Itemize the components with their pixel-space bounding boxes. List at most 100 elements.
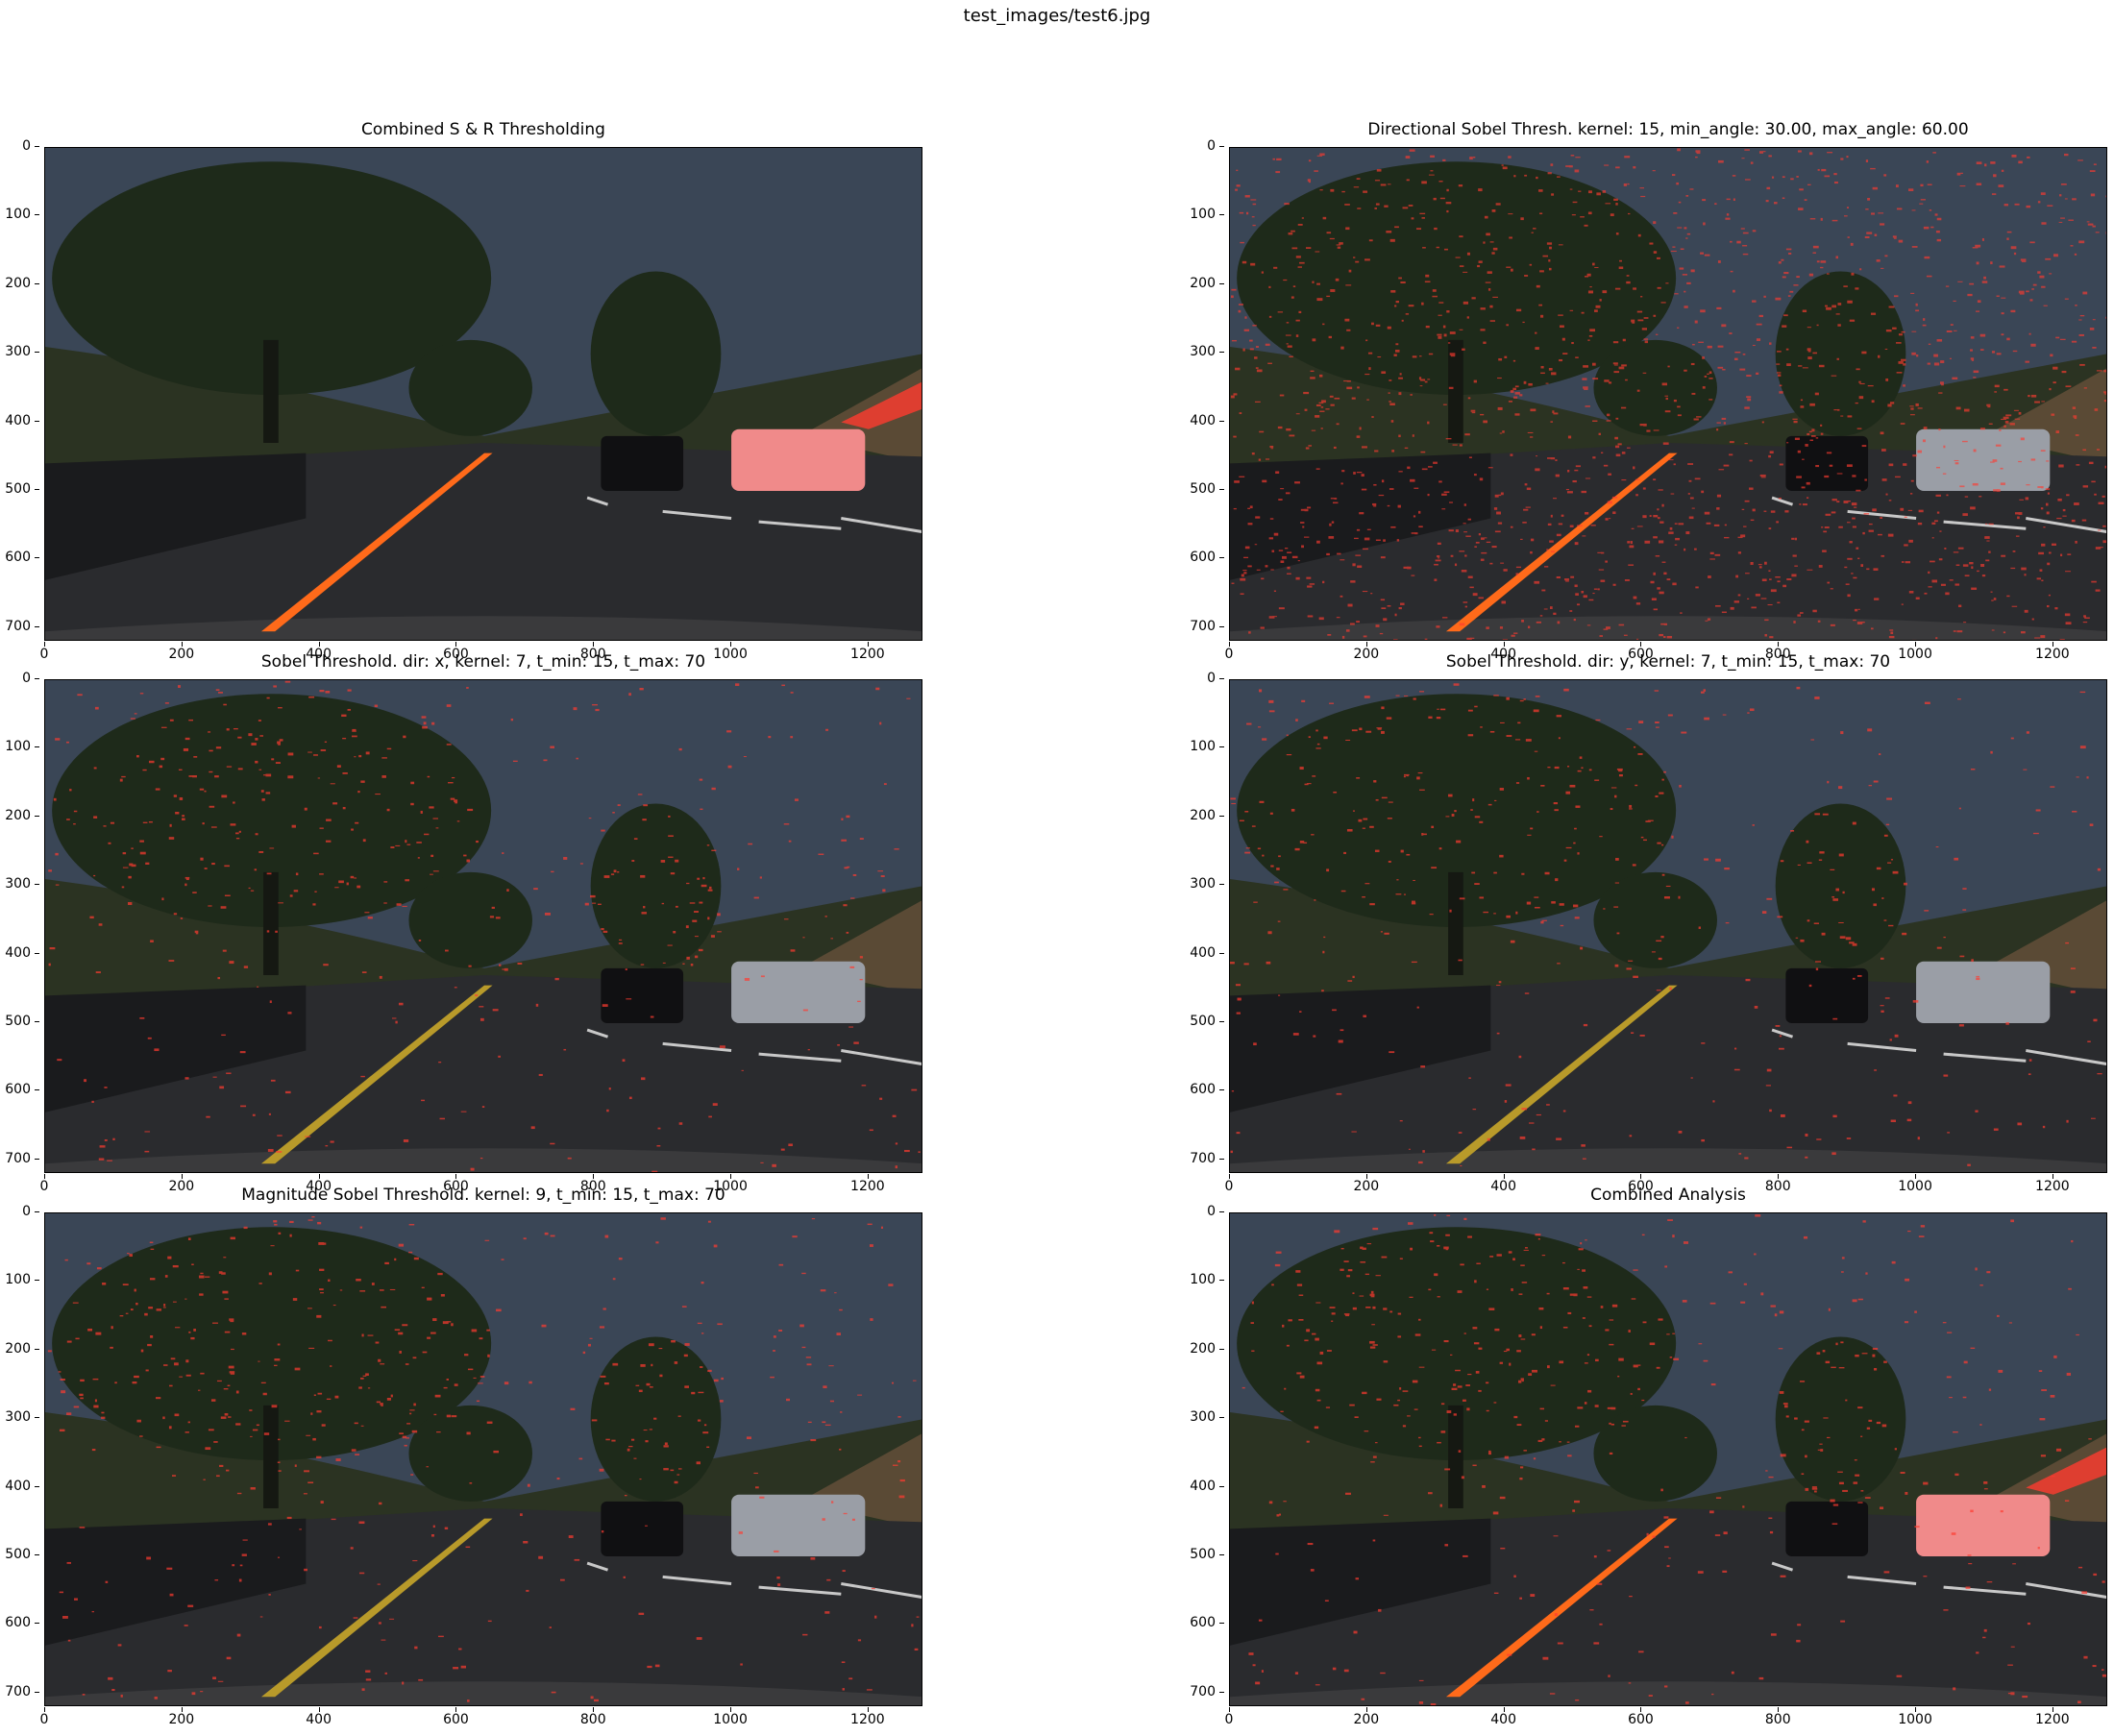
- image-axes: [44, 679, 922, 1173]
- y-tick-label: 0: [1177, 138, 1224, 154]
- white-car: [731, 961, 866, 1023]
- y-tick-label: 400: [1177, 413, 1224, 428]
- figure-title: test_images/test6.jpg: [963, 6, 1151, 26]
- overlay-image: [1230, 1213, 2106, 1705]
- white-car: [1916, 428, 2051, 491]
- small-tree: [1593, 339, 1717, 436]
- y-tick-label: 100: [1177, 1272, 1224, 1287]
- y-tick-label: 300: [0, 1409, 39, 1425]
- y-tick-label: 200: [1177, 1341, 1224, 1357]
- large-tree-trunk: [263, 1405, 279, 1508]
- subplot-title: Sobel Threshold. dir: x, kernel: 7, t_mi…: [260, 652, 706, 672]
- image-axes: [44, 1212, 922, 1706]
- image-axes: [1229, 1212, 2107, 1706]
- y-tick-label: 200: [0, 1341, 39, 1357]
- y-tick-label: 500: [1177, 1014, 1224, 1029]
- y-tick-label: 200: [0, 276, 39, 291]
- subplot-title: Combined Analysis: [1590, 1186, 1746, 1205]
- y-tick-label: 100: [0, 1272, 39, 1287]
- x-tick-label: 1000: [1886, 1707, 1944, 1727]
- large-tree-trunk: [263, 339, 279, 443]
- x-tick-label: 400: [290, 1707, 348, 1727]
- y-tick-label: 200: [0, 808, 39, 823]
- y-tick-label: 600: [1177, 1082, 1224, 1097]
- middle-tree: [1775, 271, 1906, 436]
- large-tree-trunk: [1448, 1405, 1463, 1508]
- y-tick-label: 500: [0, 1547, 39, 1562]
- y-tick-label: 400: [0, 413, 39, 428]
- y-tick-label: 100: [1177, 207, 1224, 222]
- small-tree: [408, 339, 532, 436]
- subplot-title: Sobel Threshold. dir: y, kernel: 7, t_mi…: [1445, 652, 1891, 672]
- y-tick-label: 700: [0, 619, 39, 634]
- subplot-title: Combined S & R Thresholding: [361, 120, 605, 139]
- large-tree-trunk: [1448, 339, 1463, 443]
- subplot-directional-sobel: Directional Sobel Thresh. kernel: 15, mi…: [1190, 120, 2107, 662]
- x-tick-label: 400: [1475, 1707, 1533, 1727]
- x-tick-label: 200: [1338, 1707, 1395, 1727]
- dark-car: [601, 1501, 684, 1556]
- subplot-combined-analysis: Combined Analysis 0 100 200 300 400 500 600 700 0…: [1190, 1186, 2107, 1727]
- y-tick-label: 700: [0, 1684, 39, 1699]
- dark-car: [601, 967, 684, 1023]
- x-tick-label: 1200: [839, 1707, 897, 1727]
- y-tick-label: 400: [0, 945, 39, 961]
- middle-tree: [590, 271, 722, 436]
- y-tick-label: 0: [1177, 671, 1224, 686]
- y-tick-label: 100: [1177, 739, 1224, 754]
- y-tick-label: 300: [1177, 344, 1224, 359]
- x-tick-label: 0: [15, 1707, 73, 1727]
- overlay-image: [45, 1213, 922, 1705]
- overlay-image: [1230, 680, 2106, 1172]
- dark-car: [1785, 435, 1869, 491]
- white-car: [731, 428, 866, 491]
- x-tick-label: 800: [564, 1707, 622, 1727]
- subplot-sobel-y: Sobel Threshold. dir: y, kernel: 7, t_mi…: [1190, 652, 2107, 1194]
- y-tick-label: 500: [0, 1014, 39, 1029]
- y-tick-label: 300: [0, 876, 39, 892]
- y-tick-label: 600: [0, 1082, 39, 1097]
- x-tick-label: 800: [1749, 1707, 1807, 1727]
- y-tick-label: 500: [1177, 481, 1224, 497]
- y-tick-label: 600: [1177, 1615, 1224, 1630]
- subplot-title: Directional Sobel Thresh. kernel: 15, mi…: [1367, 120, 1969, 139]
- white-car: [1916, 961, 2051, 1023]
- overlay-image: [45, 148, 922, 640]
- subplot-sobel-x: Sobel Threshold. dir: x, kernel: 7, t_mi…: [5, 652, 922, 1194]
- y-tick-label: 0: [1177, 1204, 1224, 1219]
- image-axes: [44, 147, 922, 641]
- y-tick-label: 200: [1177, 276, 1224, 291]
- y-tick-label: 400: [1177, 945, 1224, 961]
- white-car: [731, 1494, 866, 1556]
- y-tick-label: 200: [1177, 808, 1224, 823]
- y-tick-label: 100: [0, 207, 39, 222]
- y-tick-label: 400: [1177, 1479, 1224, 1494]
- middle-tree: [1775, 803, 1906, 968]
- y-tick-label: 600: [1177, 550, 1224, 565]
- dark-car: [601, 435, 684, 491]
- small-tree: [408, 1405, 532, 1502]
- y-tick-label: 600: [0, 1615, 39, 1630]
- y-tick-label: 500: [0, 481, 39, 497]
- y-tick-label: 400: [0, 1479, 39, 1494]
- subplot-combined-sr: Combined S & R Thresholding 0 100 200 300 400…: [5, 120, 922, 662]
- dark-car: [1785, 1501, 1869, 1556]
- overlay-image: [45, 680, 922, 1172]
- y-tick-label: 700: [1177, 1684, 1224, 1699]
- x-tick-label: 200: [153, 1707, 210, 1727]
- y-tick-label: 700: [0, 1151, 39, 1166]
- x-tick-label: 0: [1200, 1707, 1258, 1727]
- y-tick-label: 300: [0, 344, 39, 359]
- y-tick-label: 500: [1177, 1547, 1224, 1562]
- dark-car: [1785, 967, 1869, 1023]
- y-tick-label: 700: [1177, 1151, 1224, 1166]
- y-tick-label: 300: [1177, 876, 1224, 892]
- subplot-title: Magnitude Sobel Threshold. kernel: 9, t_…: [241, 1186, 725, 1205]
- small-tree: [408, 871, 532, 968]
- image-axes: [1229, 679, 2107, 1173]
- small-tree: [1593, 871, 1717, 968]
- y-tick-label: 600: [0, 550, 39, 565]
- x-tick-label: 600: [1611, 1707, 1669, 1727]
- subplot-magnitude-sobel: Magnitude Sobel Threshold. kernel: 9, t_…: [5, 1186, 922, 1727]
- overlay-image: [1230, 148, 2106, 640]
